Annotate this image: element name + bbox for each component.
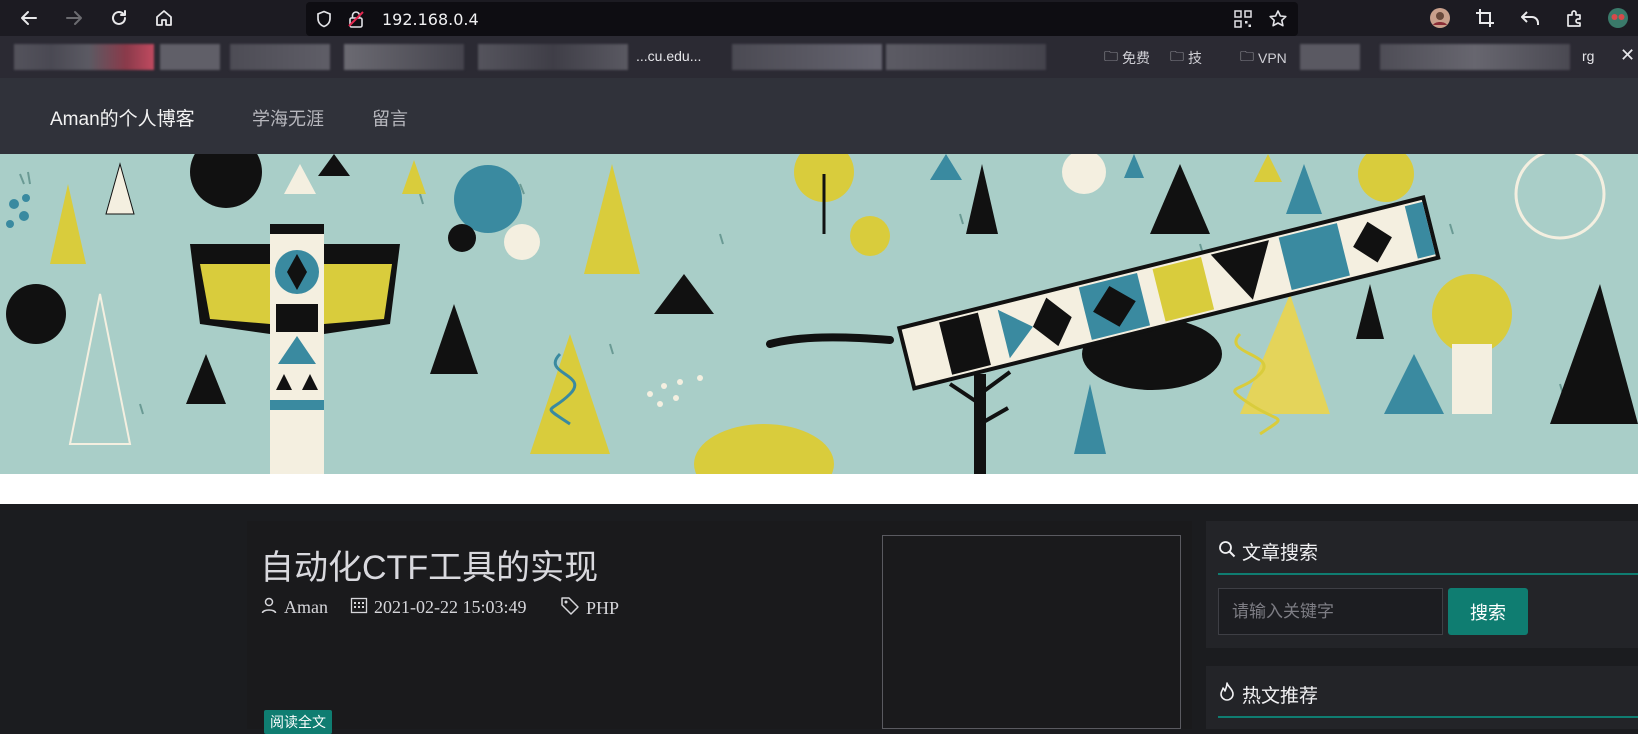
qr-code-icon[interactable] — [1233, 9, 1253, 29]
hot-panel-divider — [1218, 716, 1638, 718]
avatar-icon[interactable] — [1428, 6, 1452, 30]
bookmark-blurred[interactable] — [886, 44, 1046, 70]
bookmark-label[interactable]: ...cu.edu... — [636, 48, 701, 64]
bookmark-blurred[interactable] — [478, 44, 628, 70]
site-brand[interactable]: Aman的个人博客 — [50, 104, 195, 131]
fire-icon — [1218, 681, 1236, 708]
undo-icon[interactable] — [1518, 6, 1542, 30]
search-icon — [1218, 540, 1236, 564]
nav-link-study[interactable]: 学海无涯 — [252, 105, 324, 131]
shield-icon[interactable] — [314, 9, 334, 29]
bookmark-blurred[interactable] — [1380, 44, 1570, 70]
nav-link-message[interactable]: 留言 — [372, 105, 408, 131]
folder-icon: 🗀 — [1240, 48, 1254, 64]
bookmark-blurred[interactable] — [230, 44, 330, 70]
header-banner-illustration — [0, 154, 1638, 474]
crop-icon[interactable] — [1473, 6, 1497, 30]
bookmark-folder[interactable]: 🗀 VPN — [1240, 46, 1287, 70]
tag-icon — [560, 596, 580, 621]
calendar-icon — [350, 596, 368, 619]
forward-arrow-icon[interactable] — [61, 5, 87, 31]
hot-panel-title: 热文推荐 — [1218, 681, 1318, 708]
banner-bottom-strip — [0, 474, 1638, 504]
article-thumbnail[interactable] — [882, 535, 1181, 729]
extensions-icon[interactable] — [1563, 6, 1587, 30]
article-title[interactable]: 自动化CTF工具的实现 — [260, 540, 598, 589]
bookmark-blurred[interactable] — [1300, 44, 1360, 70]
article-tag[interactable]: PHP — [560, 596, 619, 621]
bookmark-folder[interactable]: 🗀 技 — [1170, 46, 1202, 70]
bookmark-folder[interactable]: 🗀 免费 — [1104, 46, 1150, 70]
back-arrow-icon[interactable] — [16, 5, 42, 31]
url-bar[interactable]: 192.168.0.4 — [306, 2, 1298, 36]
search-panel-title: 文章搜索 — [1218, 538, 1318, 565]
article-date: 2021-02-22 15:03:49 — [350, 596, 527, 619]
home-icon[interactable] — [151, 5, 177, 31]
search-button[interactable]: 搜索 — [1448, 588, 1528, 635]
user-icon — [260, 596, 278, 619]
bookmark-label[interactable]: rg — [1582, 48, 1594, 64]
folder-icon: 🗀 — [1104, 48, 1118, 64]
bookmark-blurred[interactable] — [160, 44, 220, 70]
search-panel-divider — [1218, 573, 1638, 575]
star-icon[interactable] — [1268, 9, 1288, 29]
browser-toolbar: 192.168.0.4 — [0, 0, 1638, 36]
extension-avatar-icon[interactable] — [1606, 6, 1630, 30]
folder-icon: 🗀 — [1170, 48, 1184, 64]
site-navbar: Aman的个人博客 学海无涯 留言 — [0, 78, 1638, 154]
url-text[interactable]: 192.168.0.4 — [382, 10, 479, 29]
search-input[interactable] — [1218, 588, 1443, 635]
bookmark-blurred[interactable] — [14, 44, 154, 70]
read-more-button[interactable]: 阅读全文 — [264, 710, 332, 734]
bookmarks-bar: ...cu.edu... 🗀 免费 🗀 技 🗀 VPN rg ✕ — [0, 36, 1638, 78]
insecure-lock-icon[interactable] — [346, 9, 366, 29]
close-icon[interactable]: ✕ — [1620, 45, 1635, 66]
article-author: Aman — [260, 596, 328, 619]
bookmark-blurred[interactable] — [732, 44, 882, 70]
reload-icon[interactable] — [106, 5, 132, 31]
bookmark-blurred[interactable] — [344, 44, 464, 70]
